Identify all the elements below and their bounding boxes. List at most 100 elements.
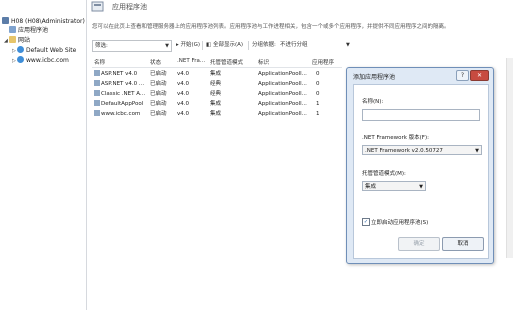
cell-status: 已启动 <box>150 101 167 107</box>
group-by-select[interactable]: 不进行分组 ▼ <box>280 40 350 51</box>
pipeline-label: 托管管道模式(M): <box>362 171 406 177</box>
filter-bar: 筛选: ▼ ▸ 开始(G) ◧ 全部显示(A) 分组依据: 不进行分组 ▼ <box>92 40 357 52</box>
group-by-label: 分组依据: <box>252 42 276 48</box>
cell-name: Classic .NET A... <box>101 91 146 97</box>
dialog-title: 添加应用程序池 <box>353 74 396 81</box>
column-header-net[interactable]: .NET Fra... <box>177 58 205 64</box>
cell-identity: ApplicationPooll... <box>258 71 307 77</box>
connections-tree: H08 (H08\Administrator) 应用程序池 ◢ 网站 ▷ Defau… <box>0 0 87 310</box>
toolbar-separator <box>202 41 203 50</box>
app-pool-icon <box>9 26 16 33</box>
cell-net: v4.0 <box>177 71 190 77</box>
table-header: 名称 状态 .NET Fra... 托管管道模式 标识 应用程序 <box>92 57 342 68</box>
name-label: 名称(N): <box>362 99 384 105</box>
tree-item-server[interactable]: H08 (H08\Administrator) <box>2 17 85 26</box>
cell-identity: ApplicationPooll... <box>258 101 307 107</box>
app-pool-header-icon <box>91 1 104 12</box>
folder-icon <box>9 36 16 43</box>
app-pool-icon <box>94 80 100 86</box>
app-pool-icon <box>94 100 100 106</box>
column-header-pipeline[interactable]: 托管管道模式 <box>210 58 243 66</box>
table-row[interactable]: www.icbc.com 已启动 v4.0 集成 ApplicationPool… <box>92 109 342 119</box>
cell-status: 已启动 <box>150 111 167 117</box>
pipeline-select[interactable]: 集成 ▼ <box>362 181 426 191</box>
name-input[interactable] <box>362 109 480 121</box>
filter-label: 筛选: <box>95 43 108 49</box>
tree-item-default-web-site[interactable]: ▷ Default Web Site <box>12 46 76 55</box>
globe-icon <box>17 56 24 63</box>
table-row[interactable]: ASP.NET v4.0 ... 已启动 v4.0 经典 Application… <box>92 79 342 89</box>
go-label: 开始(G) <box>180 42 201 48</box>
page-title: 应用程序池 <box>112 3 147 11</box>
tree-item-label: 网站 <box>18 37 31 44</box>
page-description: 您可以在此页上查看和管理服务器上的应用程序池列表。应用程序池与工作进程相关，包含… <box>92 24 450 30</box>
help-button[interactable]: ? <box>456 70 469 81</box>
framework-value: .NET Framework v2.0.50727 <box>365 148 443 154</box>
tree-item-icbc-site[interactable]: ▷ www.icbc.com <box>12 56 69 65</box>
start-immediately-checkbox[interactable]: ✓ <box>362 218 370 226</box>
scrollbar[interactable] <box>506 58 513 258</box>
cell-apps: 0 <box>316 91 320 97</box>
cell-apps: 0 <box>316 71 320 77</box>
cell-status: 已启动 <box>150 91 167 97</box>
dialog-title-buttons: ? ✕ <box>449 70 489 81</box>
add-app-pool-dialog: 添加应用程序池 ? ✕ 名称(N): .NET Framework 版本(F):… <box>346 67 494 264</box>
column-header-identity[interactable]: 标识 <box>258 58 269 66</box>
show-all-label: 全部显示(A) <box>212 42 244 48</box>
table-row[interactable]: ASP.NET v4.0 已启动 v4.0 集成 ApplicationPool… <box>92 69 342 79</box>
tree-item-label: www.icbc.com <box>26 57 69 64</box>
cell-identity: ApplicationPooll... <box>258 91 307 97</box>
start-immediately-label: 立即启动应用程序池(S) <box>371 220 429 226</box>
cell-net: v4.0 <box>177 111 190 117</box>
column-header-name[interactable]: 名称 <box>94 58 105 66</box>
cell-name: DefaultAppPool <box>101 101 144 107</box>
go-button[interactable]: ▸ 开始(G) <box>176 40 200 51</box>
cell-identity: ApplicationPooll... <box>258 111 307 117</box>
toolbar-separator <box>248 41 249 50</box>
ok-button[interactable]: 确定 <box>398 237 440 251</box>
globe-icon <box>17 46 24 53</box>
table-row[interactable]: DefaultAppPool 已启动 v4.0 集成 ApplicationPo… <box>92 99 342 109</box>
framework-label: .NET Framework 版本(F): <box>362 135 429 141</box>
cell-net: v4.0 <box>177 81 190 87</box>
cell-name: ASP.NET v4.0 <box>101 71 138 77</box>
tree-item-label: Default Web Site <box>26 47 77 54</box>
table-row[interactable]: Classic .NET A... 已启动 v4.0 经典 Applicatio… <box>92 89 342 99</box>
cell-net: v4.0 <box>177 101 190 107</box>
filter-input[interactable]: 筛选: ▼ <box>92 40 172 52</box>
cancel-button[interactable]: 取消 <box>442 237 484 251</box>
tree-item-sites[interactable]: ◢ 网站 <box>4 36 30 45</box>
cell-apps: 1 <box>316 111 320 117</box>
cell-pipeline: 集成 <box>210 111 222 117</box>
column-header-apps[interactable]: 应用程序 <box>312 58 334 66</box>
cell-net: v4.0 <box>177 91 190 97</box>
group-by-value: 不进行分组 <box>280 42 308 48</box>
cell-pipeline: 经典 <box>210 81 222 87</box>
chevron-down-icon[interactable]: ▼ <box>165 41 169 52</box>
show-all-button[interactable]: ◧ 全部显示(A) <box>206 40 243 51</box>
chevron-down-icon: ▼ <box>346 42 350 48</box>
tree-item-label: H08 (H08\Administrator) <box>11 18 85 25</box>
cell-apps: 1 <box>316 101 320 107</box>
app-pool-list: ASP.NET v4.0 已启动 v4.0 集成 ApplicationPool… <box>92 69 342 119</box>
chevron-down-icon: ▼ <box>419 184 423 190</box>
close-button[interactable]: ✕ <box>470 70 489 81</box>
cell-name: www.icbc.com <box>101 111 141 117</box>
cell-identity: ApplicationPooll... <box>258 81 307 87</box>
cell-apps: 0 <box>316 81 320 87</box>
cell-pipeline: 集成 <box>210 101 222 107</box>
framework-select[interactable]: .NET Framework v2.0.50727 ▼ <box>362 145 482 155</box>
pipeline-value: 集成 <box>365 184 377 190</box>
cell-status: 已启动 <box>150 71 167 77</box>
chevron-down-icon: ▼ <box>475 148 479 154</box>
app-pool-icon <box>94 90 100 96</box>
cell-pipeline: 经典 <box>210 91 222 97</box>
cell-status: 已启动 <box>150 81 167 87</box>
app-pool-icon <box>94 70 100 76</box>
app-pool-icon <box>94 110 100 116</box>
server-icon <box>2 17 9 24</box>
cell-pipeline: 集成 <box>210 71 222 77</box>
tree-item-app-pools[interactable]: 应用程序池 <box>9 26 48 35</box>
dialog-body: 名称(N): .NET Framework 版本(F): .NET Framew… <box>353 84 489 259</box>
column-header-status[interactable]: 状态 <box>150 58 161 66</box>
